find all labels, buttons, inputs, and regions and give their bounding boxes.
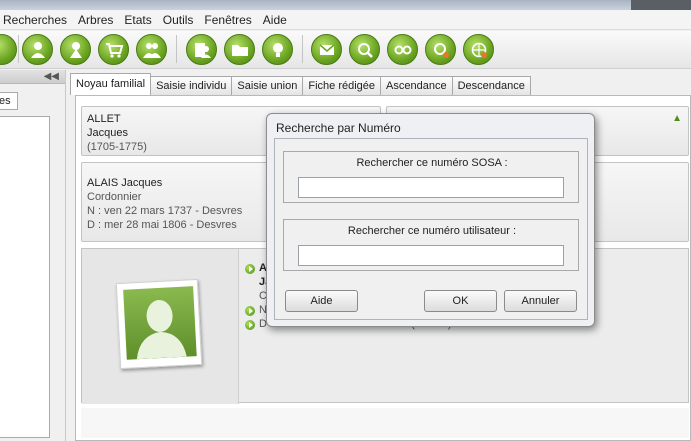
left-panel-list[interactable] xyxy=(0,116,50,438)
menu-outils[interactable]: Outils xyxy=(158,13,200,27)
window-title-strip xyxy=(0,0,691,10)
sosa-label: Rechercher ce numéro SOSA : xyxy=(356,157,508,169)
sosa-input[interactable] xyxy=(298,177,564,198)
tab-fiche-redigee[interactable]: Fiche rédigée xyxy=(302,76,382,95)
sosa-group: Rechercher ce numéro SOSA : xyxy=(283,151,579,203)
bottom-strip xyxy=(81,408,689,438)
tab-saisie-union[interactable]: Saisie union xyxy=(231,76,304,95)
toolbar xyxy=(0,31,691,69)
mail-icon[interactable] xyxy=(311,34,342,65)
ok-button[interactable]: OK xyxy=(424,290,497,312)
photo-area xyxy=(82,249,239,404)
tab-descendance[interactable]: Descendance xyxy=(451,76,531,95)
cart-icon[interactable] xyxy=(98,34,129,65)
menu-etats[interactable]: Etats xyxy=(119,13,157,27)
user-number-input[interactable] xyxy=(298,245,564,266)
search-by-number-dialog: Recherche par Numéro Rechercher ce numér… xyxy=(266,113,595,327)
dialog-title: Recherche par Numéro xyxy=(276,121,401,135)
partial-icon[interactable] xyxy=(0,34,17,65)
dialog-body: Rechercher ce numéro SOSA : Rechercher c… xyxy=(274,138,588,320)
folder-icon[interactable] xyxy=(224,34,255,65)
user-number-group: Rechercher ce numéro utilisateur : xyxy=(283,219,579,271)
woman-icon[interactable] xyxy=(60,34,91,65)
death-play-icon[interactable] xyxy=(245,320,255,330)
glasses-icon[interactable] xyxy=(387,34,418,65)
help-button[interactable]: Aide xyxy=(285,290,358,312)
globe-icon[interactable] xyxy=(463,34,494,65)
tab-bar: Noyau familial Saisie individu Saisie un… xyxy=(70,73,531,95)
document-person-icon[interactable] xyxy=(186,34,217,65)
person-birth: N : ven 22 mars 1737 - Desvres xyxy=(87,205,243,217)
play-icon[interactable] xyxy=(245,264,255,274)
magnifier-globe-icon[interactable] xyxy=(425,34,456,65)
father-firstname: Jacques xyxy=(87,127,128,139)
expand-up-icon[interactable]: ▲ xyxy=(672,113,682,124)
father-dates: (1705-1775) xyxy=(87,141,147,153)
photo-placeholder[interactable] xyxy=(115,278,203,370)
lightbulb-icon[interactable] xyxy=(262,34,293,65)
person-name: ALAIS Jacques xyxy=(87,177,163,189)
birth-play-icon[interactable] xyxy=(245,306,255,316)
tab-ascendance[interactable]: Ascendance xyxy=(380,76,453,95)
silhouette-icon xyxy=(136,299,187,360)
user-number-label: Rechercher ce numéro utilisateur : xyxy=(347,225,517,237)
menu-bar: Recherches Arbres Etats Outils Fenêtres … xyxy=(0,10,691,30)
menu-aide[interactable]: Aide xyxy=(258,13,293,27)
left-panel: ◀◀ es xyxy=(0,70,66,441)
menu-fenetres[interactable]: Fenêtres xyxy=(199,13,257,27)
left-panel-tab[interactable]: es xyxy=(0,92,18,110)
person-icon[interactable] xyxy=(22,34,53,65)
tab-noyau-familial[interactable]: Noyau familial xyxy=(70,73,152,95)
menu-recherches[interactable]: Recherches xyxy=(0,13,73,27)
couple-icon[interactable] xyxy=(136,34,167,65)
left-panel-header: ◀◀ xyxy=(0,70,65,84)
menu-arbres[interactable]: Arbres xyxy=(73,13,119,27)
tab-saisie-individu[interactable]: Saisie individu xyxy=(150,76,233,95)
search-icon[interactable] xyxy=(349,34,380,65)
person-death: D : mer 28 mai 1806 - Desvres xyxy=(87,219,237,231)
collapse-icon[interactable]: ◀◀ xyxy=(44,71,59,82)
father-surname: ALLET xyxy=(87,113,121,125)
cancel-button[interactable]: Annuler xyxy=(504,290,577,312)
person-occupation: Cordonnier xyxy=(87,191,142,203)
